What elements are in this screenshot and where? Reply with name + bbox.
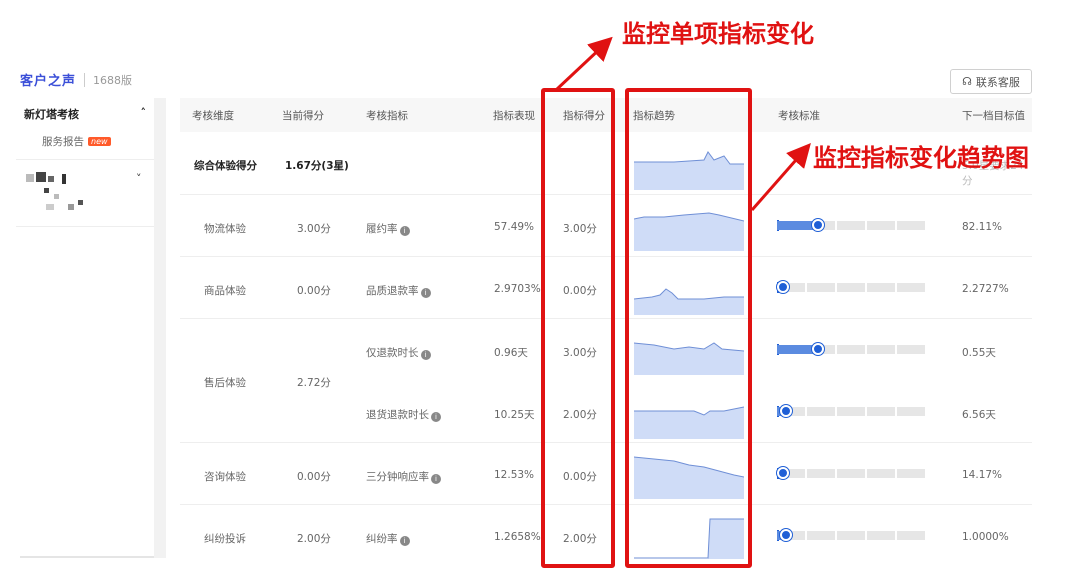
metric-cell: 仅退款时长 i xyxy=(366,345,431,360)
progress-segment xyxy=(897,407,925,416)
highlight-trend-column xyxy=(625,88,752,568)
info-icon[interactable]: i xyxy=(399,536,410,546)
standard-progress-bar xyxy=(777,529,925,541)
contact-label: 联系客服 xyxy=(975,75,1020,89)
progress-segment xyxy=(897,531,925,540)
sidebar-item-service-report[interactable]: 服务报告 new xyxy=(16,130,154,153)
info-icon[interactable]: i xyxy=(420,288,431,298)
sidebar-group-lighthouse[interactable]: 新灯塔考核 ˄ xyxy=(16,98,154,130)
version-label: 1688版 xyxy=(93,73,133,87)
sidebar-item-blurred[interactable]: ˅ xyxy=(16,166,154,220)
progress-segment xyxy=(837,345,865,354)
target-cell: 82.11% xyxy=(962,221,1003,233)
score-cell: 2.00分 xyxy=(297,533,331,545)
col-standard: 考核标准 xyxy=(778,110,820,122)
target-cell: 2.2727% xyxy=(962,283,1009,295)
annotation-trend-chart: 监控指标变化趋势图 xyxy=(813,144,1029,172)
progress-segment xyxy=(897,221,925,230)
sidebar: 新灯塔考核 ˄ 服务报告 new ˅ xyxy=(16,98,154,558)
target-cell: 1.0000% xyxy=(962,531,1009,543)
logo-text: 客户之声 xyxy=(20,74,77,89)
headset-icon: ☊ xyxy=(962,75,972,88)
progress-segment xyxy=(867,469,895,478)
scroll-gutter xyxy=(154,98,166,558)
progress-segment xyxy=(897,345,925,354)
score-cell: 0.00分 xyxy=(297,285,331,297)
progress-segment xyxy=(807,531,835,540)
progress-segment xyxy=(837,531,865,540)
standard-progress-bar xyxy=(777,467,925,479)
progress-segment xyxy=(837,407,865,416)
value-cell: 0.96天 xyxy=(494,347,528,359)
col-current-score: 当前得分 xyxy=(282,110,324,122)
logo-divider xyxy=(84,72,86,87)
value-cell: 2.9703% xyxy=(494,283,541,295)
progress-segment xyxy=(807,283,835,292)
progress-marker xyxy=(777,467,789,479)
col-metric: 考核指标 xyxy=(366,110,408,122)
dimension-cell: 咨询体验 xyxy=(204,471,246,483)
target-cell: 14.17% xyxy=(962,469,1003,481)
target-cell: 0.55天 xyxy=(962,347,996,359)
target-cell: 6.56天 xyxy=(962,409,996,421)
summary-label: 综合体验得分 xyxy=(194,160,257,172)
logo: 客户之声 1688版 xyxy=(20,70,132,89)
info-icon[interactable]: i xyxy=(431,412,441,422)
highlight-metric-score-column xyxy=(541,88,615,568)
sidebar-group-title: 新灯塔考核 xyxy=(24,108,79,121)
standard-progress-bar xyxy=(777,343,925,355)
contact-service-button[interactable]: ☊ 联系客服 xyxy=(950,69,1032,94)
col-next-target: 下一档目标值 xyxy=(962,110,1025,122)
value-cell: 12.53% xyxy=(494,469,535,481)
progress-segment xyxy=(837,283,865,292)
metric-cell: 品质退款率 i xyxy=(366,283,431,298)
progress-segment xyxy=(867,531,895,540)
progress-marker xyxy=(777,281,789,293)
progress-segment xyxy=(867,407,895,416)
metric-cell: 三分钟响应率 i xyxy=(366,469,441,484)
progress-segment xyxy=(807,407,835,416)
progress-segment xyxy=(807,469,835,478)
progress-segment xyxy=(897,469,925,478)
dimension-cell: 纠纷投诉 xyxy=(204,533,246,545)
standard-progress-bar xyxy=(777,405,925,417)
progress-segment xyxy=(837,469,865,478)
col-metric-value: 指标表现 xyxy=(493,110,535,122)
sidebar-bottom-border xyxy=(20,556,154,558)
progress-segment xyxy=(867,221,895,230)
progress-segment xyxy=(867,345,895,354)
chevron-down-icon[interactable]: ˅ xyxy=(136,172,142,185)
value-cell: 57.49% xyxy=(494,221,535,233)
info-icon[interactable]: i xyxy=(399,226,410,236)
sidebar-divider xyxy=(16,226,154,227)
info-icon[interactable]: i xyxy=(420,350,431,360)
value-cell: 1.2658% xyxy=(494,531,541,543)
metric-cell: 退货退款时长 i xyxy=(366,407,441,422)
progress-marker xyxy=(779,529,792,541)
col-dimension: 考核维度 xyxy=(192,110,234,122)
progress-segment xyxy=(837,221,865,230)
new-badge: new xyxy=(88,137,111,146)
progress-marker xyxy=(779,405,792,417)
standard-progress-bar xyxy=(777,281,925,293)
dimension-cell: 物流体验 xyxy=(204,223,246,235)
chevron-up-icon[interactable]: ˄ xyxy=(141,106,147,122)
value-cell: 10.25天 xyxy=(494,409,535,421)
annotation-single-metric: 监控单项指标变化 xyxy=(622,20,814,48)
score-cell: 3.00分 xyxy=(297,223,331,235)
sidebar-divider xyxy=(16,159,154,160)
progress-segment xyxy=(867,283,895,292)
sidebar-item-label: 服务报告 xyxy=(42,136,84,148)
metric-cell: 履约率 i xyxy=(366,221,410,236)
metric-cell: 纠纷率 i xyxy=(366,531,410,546)
dimension-cell: 商品体验 xyxy=(204,285,246,297)
summary-score: 1.67分(3星) xyxy=(285,160,349,172)
score-cell: 0.00分 xyxy=(297,471,331,483)
standard-progress-bar xyxy=(777,219,925,231)
progress-segment xyxy=(897,283,925,292)
info-icon[interactable]: i xyxy=(431,474,441,484)
